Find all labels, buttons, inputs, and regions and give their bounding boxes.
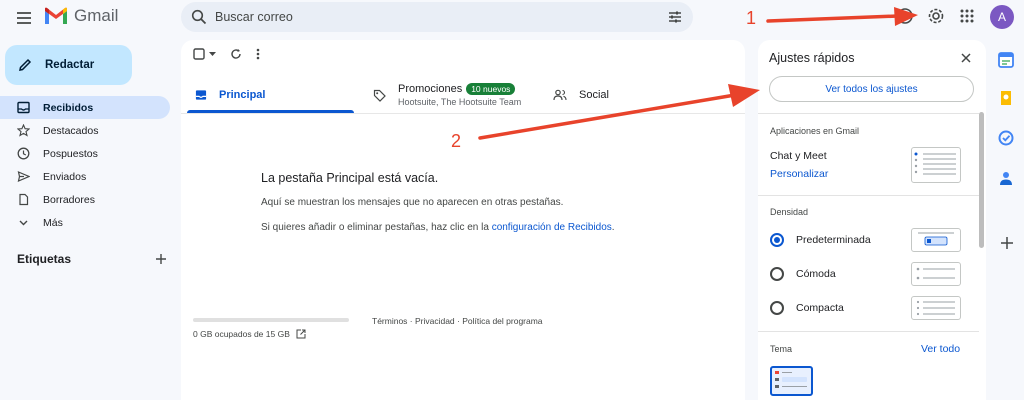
divider <box>758 195 979 196</box>
storage-info: 0 GB ocupados de 15 GB <box>193 329 306 339</box>
select-all-checkbox[interactable] <box>193 48 216 60</box>
sidebar-item-label: Recibidos <box>43 101 94 114</box>
empty-state-hint: Si quieres añadir o eliminar pestañas, h… <box>261 222 615 233</box>
divider <box>758 113 979 114</box>
caret-down-icon <box>209 52 216 56</box>
storage-usage-text: 0 GB ocupados de 15 GB <box>193 329 290 339</box>
labels-header: Etiquetas <box>17 252 167 266</box>
inbox-icon <box>17 101 30 114</box>
tag-icon <box>373 89 386 102</box>
apps-grid-icon[interactable] <box>956 5 978 27</box>
contacts-icon[interactable] <box>998 170 1016 188</box>
sidebar-item-label: Enviados <box>43 170 87 183</box>
empty-state-title: La pestaña Principal está vacía. <box>261 171 439 185</box>
search-icon[interactable] <box>191 9 207 25</box>
theme-section-title: Tema <box>770 344 793 354</box>
density-compact-radio[interactable] <box>770 301 784 315</box>
chevron-down-icon <box>19 220 28 226</box>
density-option-label[interactable]: Predeterminada <box>796 234 871 246</box>
chat-meet-label: Chat y Meet <box>770 150 827 162</box>
search-bar[interactable]: Buscar correo <box>181 2 693 32</box>
app-name: Gmail <box>74 6 119 25</box>
hint-suffix: . <box>611 222 615 233</box>
annotation-arrow-1-icon <box>766 7 918 26</box>
density-comfortable-radio[interactable] <box>770 267 784 281</box>
gmail-m-icon <box>45 7 67 24</box>
footer-policy-links[interactable]: Términos · Privacidad · Política del pro… <box>372 316 543 326</box>
get-addons-plus-icon[interactable] <box>1000 236 1014 250</box>
sidebar-item-label: Pospuestos <box>43 147 98 160</box>
inbox-settings-link[interactable]: configuración de Recibidos <box>492 222 612 233</box>
search-input[interactable]: Buscar correo <box>215 10 667 24</box>
apps-section-title: Aplicaciones en Gmail <box>770 126 860 136</box>
sidebar-item-drafts[interactable]: Borradores <box>0 188 170 211</box>
empty-state-description: Aquí se muestran los mensajes que no apa… <box>261 197 564 208</box>
density-default-radio[interactable] <box>770 233 784 247</box>
send-icon <box>17 170 30 183</box>
density-option-label[interactable]: Cómoda <box>796 268 836 280</box>
calendar-icon[interactable] <box>998 52 1016 70</box>
chat-meet-preview <box>911 147 961 183</box>
quick-settings-title: Ajustes rápidos <box>769 51 855 65</box>
open-external-icon[interactable] <box>296 329 306 339</box>
sidebar-item-label: Destacados <box>43 124 99 137</box>
annotation-label-2: 2 <box>451 131 462 151</box>
pencil-icon <box>19 58 32 71</box>
add-label-plus-icon[interactable] <box>155 253 167 265</box>
inbox-icon <box>195 90 207 100</box>
theme-thumbnail[interactable] <box>770 366 813 396</box>
star-icon <box>17 124 30 137</box>
checkbox-icon <box>193 48 205 60</box>
sidebar-item-sent[interactable]: Enviados <box>0 165 170 188</box>
gmail-logo[interactable]: Gmail <box>44 6 118 26</box>
sidebar-item-starred[interactable]: Destacados <box>0 119 170 142</box>
sidebar-nav: Recibidos Destacados Pospuestos Enviados… <box>0 96 170 234</box>
density-option-label[interactable]: Compacta <box>796 302 844 314</box>
density-comfortable-preview <box>911 262 961 286</box>
sidebar-item-snoozed[interactable]: Pospuestos <box>0 142 170 165</box>
density-section-title: Densidad <box>770 207 809 217</box>
account-avatar[interactable]: A <box>990 5 1014 29</box>
compose-label: Redactar <box>45 59 95 71</box>
sidebar-item-more[interactable]: Más <box>0 211 170 234</box>
tab-principal[interactable]: Principal <box>195 76 265 114</box>
tasks-icon[interactable] <box>998 130 1016 148</box>
labels-title: Etiquetas <box>17 252 72 266</box>
tab-label: Promociones <box>398 83 463 95</box>
see-all-settings-button[interactable]: Ver todos los ajustes <box>769 76 974 102</box>
tab-label: Principal <box>219 89 266 101</box>
more-vertical-icon[interactable] <box>256 48 260 60</box>
main-menu-icon[interactable] <box>14 8 34 28</box>
annotation-arrow-2-icon <box>478 84 760 140</box>
sidebar-item-label: Más <box>43 216 63 229</box>
list-toolbar <box>193 48 260 60</box>
annotation-label-1: 1 <box>746 8 757 28</box>
storage-usage-bar <box>193 318 349 322</box>
sidebar-item-inbox[interactable]: Recibidos <box>0 96 170 119</box>
close-icon[interactable] <box>959 51 973 65</box>
customize-link[interactable]: Personalizar <box>770 168 828 180</box>
keep-icon[interactable] <box>998 90 1016 108</box>
density-compact-preview <box>911 296 961 320</box>
sidebar-item-label: Borradores <box>43 193 95 206</box>
draft-icon <box>19 193 29 206</box>
density-default-preview <box>911 228 961 252</box>
clock-icon <box>17 147 30 160</box>
active-tab-indicator <box>187 110 354 113</box>
compose-button[interactable]: Redactar <box>5 45 132 85</box>
search-filters-icon[interactable] <box>667 9 683 25</box>
divider <box>758 331 979 332</box>
hint-prefix: Si quieres añadir o eliminar pestañas, h… <box>261 222 492 233</box>
quick-settings-scrollbar[interactable] <box>979 112 984 248</box>
see-all-themes-link[interactable]: Ver todo <box>921 343 960 355</box>
refresh-icon[interactable] <box>230 48 242 60</box>
